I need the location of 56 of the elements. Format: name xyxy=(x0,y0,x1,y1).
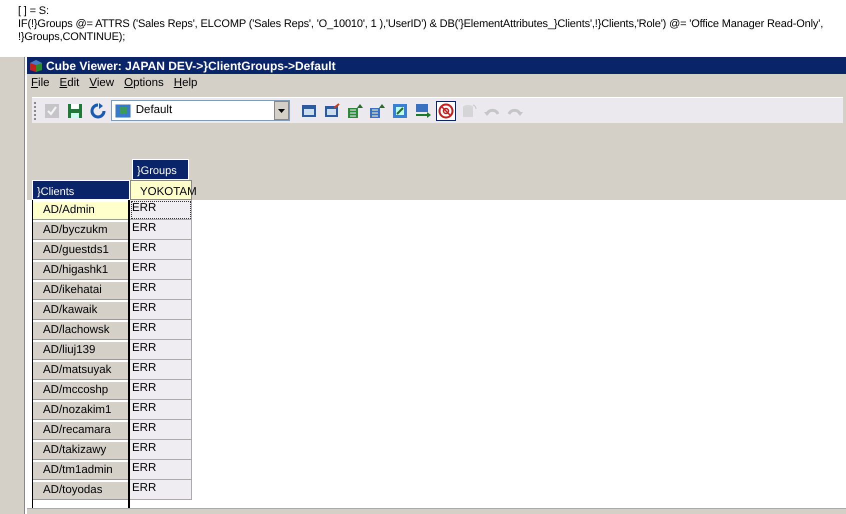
column-dimension-header[interactable]: }Groups xyxy=(132,159,189,180)
window-title: Cube Viewer: JAPAN DEV->}ClientGroups->Default xyxy=(46,58,336,74)
row-header[interactable]: AD/recamara xyxy=(33,420,128,440)
database-icon xyxy=(460,102,477,118)
no-sign-icon xyxy=(438,102,454,118)
table-cell[interactable]: ERR xyxy=(130,260,192,280)
table-cell[interactable]: ERR xyxy=(130,340,192,360)
spreadsheet-up-icon xyxy=(346,102,362,118)
table-cell[interactable]: ERR xyxy=(130,460,192,480)
caret-icon xyxy=(278,108,285,112)
table-cell[interactable]: ERR xyxy=(130,480,192,500)
row-header[interactable]: AD/higashk1 xyxy=(33,260,128,280)
window-refresh-icon xyxy=(324,102,340,118)
window-icon xyxy=(300,102,317,118)
menu-item[interactable]: Options xyxy=(121,75,171,93)
view-name: Default xyxy=(136,102,172,118)
table-cell[interactable]: ERR xyxy=(130,300,192,320)
row-header[interactable]: AD/matsuyak xyxy=(33,360,128,380)
formula-text: [ ] = S: IF(!}Groups @= ATTRS ('Sales Reps', ELCOMP ('Sales Reps', 'O_10010', 1 ),'UserID') & DB('}ElementAttributes_}Clients',!}Clients,'Role') @= 'Office Manager Read-Only', !}Groups,CONTINUE); xyxy=(17,4,824,45)
table-cell[interactable]: ERR xyxy=(130,400,192,420)
menu-item[interactable]: Help xyxy=(170,75,204,93)
cube-icon xyxy=(114,104,131,118)
menu-item[interactable]: File xyxy=(28,75,57,93)
view-select[interactable]: Default xyxy=(110,100,290,121)
check-icon xyxy=(44,102,60,118)
row-header[interactable]: AD/kawaik xyxy=(33,300,128,320)
refresh-icon xyxy=(90,102,106,118)
row-dimension-header[interactable]: }Clients xyxy=(32,180,130,200)
row-header[interactable]: AD/liuj139 xyxy=(33,340,128,360)
toolbar-button[interactable] xyxy=(436,100,456,120)
row-header[interactable]: AD/mccoshp xyxy=(33,380,128,400)
row-header[interactable]: AD/nozakim1 xyxy=(33,400,128,420)
row-header[interactable]: AD/lachowsk xyxy=(33,320,128,340)
table-cell[interactable]: ERR xyxy=(130,380,192,400)
row-header[interactable]: AD/takizawy xyxy=(33,440,128,460)
menu-item[interactable]: Edit xyxy=(56,75,86,93)
row-header[interactable]: AD/Admin xyxy=(33,200,128,220)
table-cell[interactable]: ERR xyxy=(130,440,192,460)
row-header[interactable]: AD/toyodas xyxy=(33,480,128,500)
table-cell[interactable]: ERR xyxy=(130,200,192,220)
table-cell[interactable]: ERR xyxy=(130,420,192,440)
row-header[interactable]: AD/tm1admin xyxy=(33,460,128,480)
grid-up-icon xyxy=(369,102,386,118)
row-header[interactable]: AD/ikehatai xyxy=(33,280,128,300)
row-header[interactable]: AD/byczukm xyxy=(33,220,128,240)
table-cell[interactable]: ERR xyxy=(130,220,192,240)
zoom-icon xyxy=(392,102,408,118)
table-cell[interactable]: ERR xyxy=(130,240,192,260)
grid-arrow-icon xyxy=(415,102,432,118)
table-cell[interactable]: ERR xyxy=(130,360,192,380)
table-cell[interactable]: ERR xyxy=(130,320,192,340)
save-icon xyxy=(66,102,83,118)
table-cell[interactable]: ERR xyxy=(130,280,192,300)
cube-icon xyxy=(29,58,43,72)
row-header[interactable]: AD/guestds1 xyxy=(33,240,128,260)
menu-item[interactable]: View xyxy=(86,75,122,93)
